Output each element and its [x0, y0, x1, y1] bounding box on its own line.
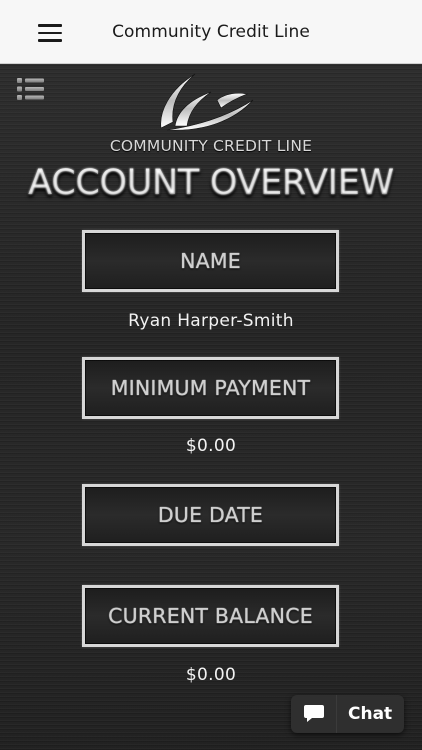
chat-button[interactable]: Chat — [291, 695, 404, 733]
current-balance-label: CURRENT BALANCE — [108, 604, 313, 628]
name-value: Ryan Harper-Smith — [128, 311, 294, 331]
current-balance-box[interactable]: CURRENT BALANCE — [82, 585, 339, 647]
speech-bubble-icon — [303, 704, 325, 724]
minimum-payment-box[interactable]: MINIMUM PAYMENT — [82, 357, 339, 419]
current-balance-value: $0.00 — [185, 665, 237, 685]
page-title: ACCOUNT OVERVIEW — [0, 163, 422, 203]
top-navigation-bar: Community Credit Line — [0, 0, 422, 64]
chat-label: Chat — [348, 704, 393, 724]
due-date-box[interactable]: DUE DATE — [82, 484, 339, 546]
due-date-label: DUE DATE — [157, 503, 264, 527]
name-label: NAME — [180, 249, 241, 273]
minimum-payment-label: MINIMUM PAYMENT — [110, 376, 311, 400]
minimum-payment-value: $0.00 — [185, 436, 237, 456]
brand-name: COMMUNITY CREDIT LINE — [109, 137, 313, 155]
app-title: Community Credit Line — [112, 22, 310, 42]
list-icon[interactable] — [16, 77, 46, 101]
account-overview-screen: COMMUNITY CREDIT LINE ACCOUNT OVERVIEW N… — [0, 64, 422, 750]
swoosh-logo — [155, 70, 255, 132]
name-box[interactable]: NAME — [82, 230, 339, 292]
chat-divider — [336, 695, 337, 733]
